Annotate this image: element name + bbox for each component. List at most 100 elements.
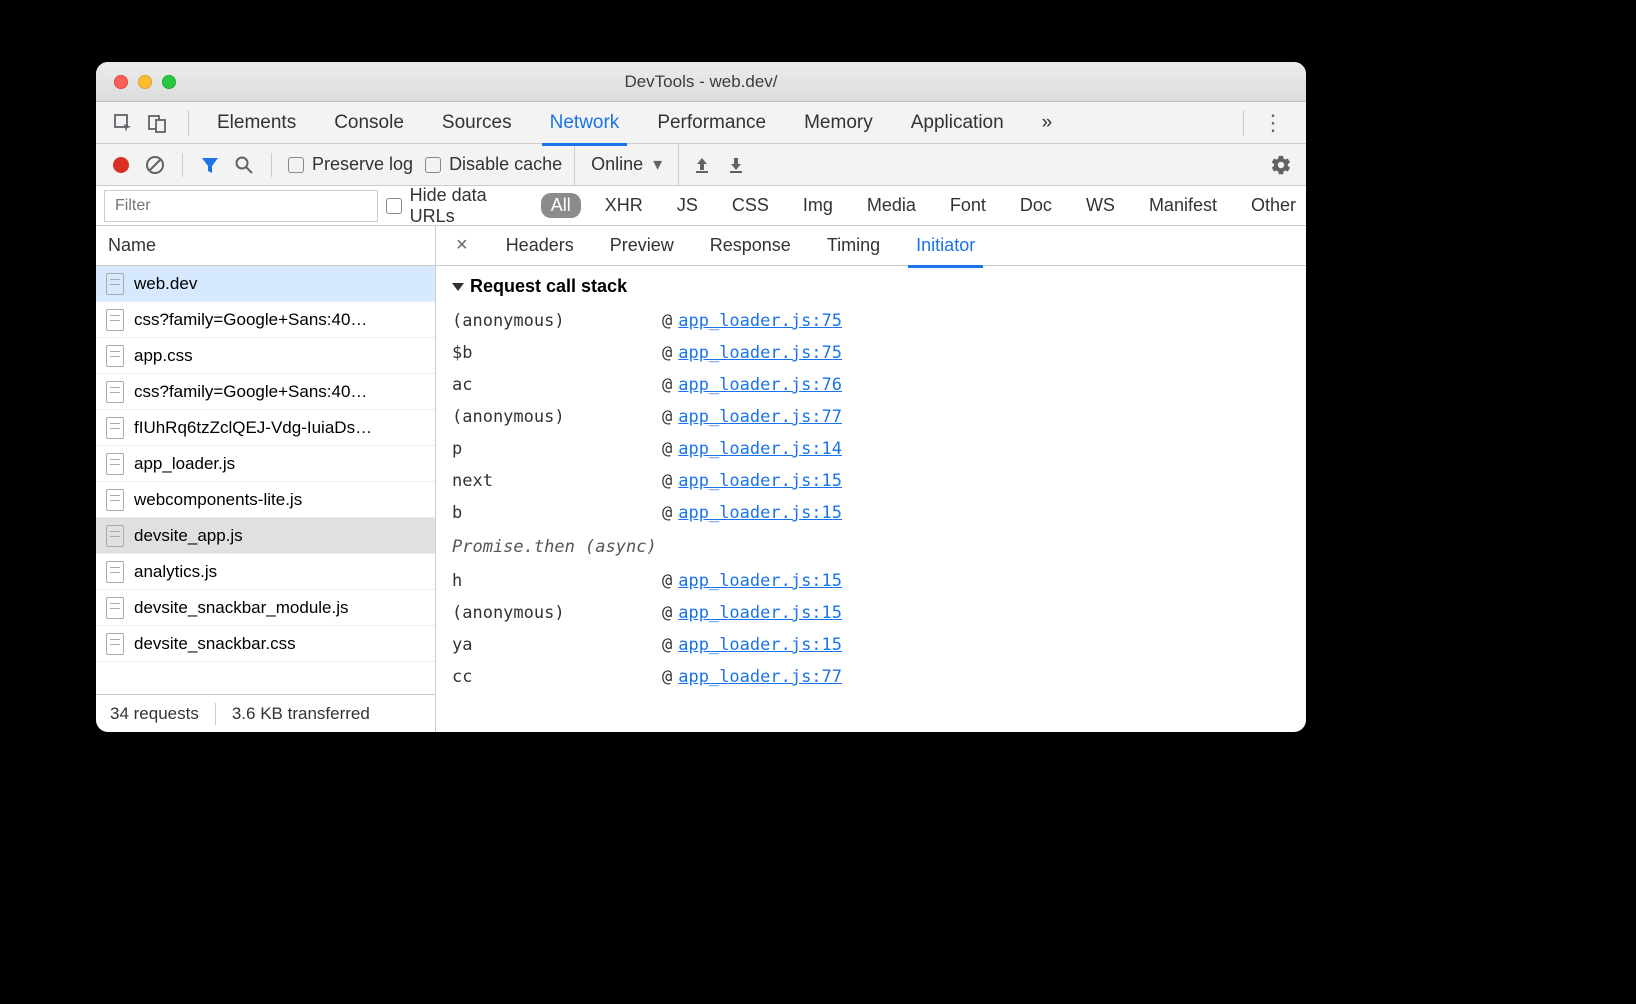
checkbox-icon	[425, 157, 441, 173]
async-boundary: Promise.then (async)	[452, 529, 1290, 565]
source-link[interactable]: app_loader.js:75	[678, 337, 842, 369]
more-options-icon[interactable]: ⋮	[1254, 110, 1292, 136]
filter-ws[interactable]: WS	[1076, 193, 1125, 218]
source-link[interactable]: app_loader.js:75	[678, 305, 842, 337]
call-stack-section-header[interactable]: Request call stack	[452, 276, 1290, 297]
request-row[interactable]: app_loader.js	[96, 446, 435, 482]
content-area: Name web.devcss?family=Google+Sans:40…ap…	[96, 226, 1306, 732]
zoom-window-button[interactable]	[162, 75, 176, 89]
stack-frame: ac@app_loader.js:76	[452, 369, 1290, 401]
filter-icon[interactable]	[199, 154, 221, 176]
call-stack-bottom: h@app_loader.js:15(anonymous)@app_loader…	[452, 565, 1290, 693]
filter-other[interactable]: Other	[1241, 193, 1306, 218]
request-row[interactable]: devsite_app.js	[96, 518, 435, 554]
request-row[interactable]: webcomponents-lite.js	[96, 482, 435, 518]
titlebar: DevTools - web.dev/	[96, 62, 1306, 102]
separator	[1243, 110, 1244, 136]
stack-function: (anonymous)	[452, 401, 662, 433]
stack-frame: h@app_loader.js:15	[452, 565, 1290, 597]
traffic-lights	[114, 75, 176, 89]
source-link[interactable]: app_loader.js:15	[678, 597, 842, 629]
tab-elements[interactable]: Elements	[213, 104, 300, 142]
filter-xhr[interactable]: XHR	[595, 193, 653, 218]
tab-application[interactable]: Application	[907, 104, 1008, 142]
tab-sources[interactable]: Sources	[438, 104, 516, 142]
filter-doc[interactable]: Doc	[1010, 193, 1062, 218]
source-link[interactable]: app_loader.js:14	[678, 433, 842, 465]
request-name: css?family=Google+Sans:40…	[134, 382, 367, 402]
call-stack-title: Request call stack	[470, 276, 627, 297]
tab-memory[interactable]: Memory	[800, 104, 877, 142]
preserve-log-checkbox[interactable]: Preserve log	[288, 154, 413, 175]
filter-js[interactable]: JS	[667, 193, 708, 218]
request-row[interactable]: web.dev	[96, 266, 435, 302]
source-link[interactable]: app_loader.js:77	[678, 661, 842, 693]
request-row[interactable]: css?family=Google+Sans:40…	[96, 302, 435, 338]
stack-function: next	[452, 465, 662, 497]
stack-function: p	[452, 433, 662, 465]
request-row[interactable]: app.css	[96, 338, 435, 374]
throttling-select[interactable]: Online ▾	[574, 144, 679, 185]
filter-img[interactable]: Img	[793, 193, 843, 218]
stack-frame: (anonymous)@app_loader.js:15	[452, 597, 1290, 629]
throttling-value: Online	[591, 154, 643, 175]
detail-tab-response[interactable]: Response	[706, 229, 795, 262]
stack-frame: ya@app_loader.js:15	[452, 629, 1290, 661]
detail-tab-initiator[interactable]: Initiator	[912, 229, 979, 262]
filter-input[interactable]	[104, 190, 378, 222]
file-icon	[106, 453, 124, 475]
record-button[interactable]	[110, 154, 132, 176]
filter-css[interactable]: CSS	[722, 193, 779, 218]
tab-console[interactable]: Console	[330, 104, 408, 142]
checkbox-icon	[288, 157, 304, 173]
tab-network[interactable]: Network	[546, 104, 624, 142]
request-row[interactable]: analytics.js	[96, 554, 435, 590]
search-icon[interactable]	[233, 154, 255, 176]
filter-all[interactable]: All	[541, 193, 581, 218]
close-window-button[interactable]	[114, 75, 128, 89]
window-title: DevTools - web.dev/	[96, 72, 1306, 92]
request-row[interactable]: css?family=Google+Sans:40…	[96, 374, 435, 410]
request-name: webcomponents-lite.js	[134, 490, 302, 510]
request-row[interactable]: fIUhRq6tzZclQEJ-Vdg-IuiaDs…	[96, 410, 435, 446]
detail-tab-bar: × Headers Preview Response Timing Initia…	[436, 226, 1306, 266]
source-link[interactable]: app_loader.js:76	[678, 369, 842, 401]
filter-font[interactable]: Font	[940, 193, 996, 218]
disable-cache-checkbox[interactable]: Disable cache	[425, 154, 562, 175]
request-row[interactable]: devsite_snackbar.css	[96, 626, 435, 662]
source-link[interactable]: app_loader.js:15	[678, 565, 842, 597]
device-toolbar-icon[interactable]	[144, 110, 170, 136]
request-name: app_loader.js	[134, 454, 235, 474]
filter-media[interactable]: Media	[857, 193, 926, 218]
request-name: fIUhRq6tzZclQEJ-Vdg-IuiaDs…	[134, 418, 372, 438]
name-column-header[interactable]: Name	[96, 226, 435, 266]
chevron-down-icon: ▾	[653, 154, 662, 175]
checkbox-icon	[386, 198, 401, 214]
detail-tab-preview[interactable]: Preview	[606, 229, 678, 262]
gear-icon[interactable]	[1270, 154, 1292, 176]
tabs-overflow[interactable]: »	[1038, 104, 1057, 142]
inspect-element-icon[interactable]	[110, 110, 136, 136]
minimize-window-button[interactable]	[138, 75, 152, 89]
detail-tab-timing[interactable]: Timing	[823, 229, 884, 262]
hide-data-urls-checkbox[interactable]: Hide data URLs	[386, 185, 528, 227]
hide-data-urls-label: Hide data URLs	[410, 185, 529, 227]
source-link[interactable]: app_loader.js:15	[678, 629, 842, 661]
filter-manifest[interactable]: Manifest	[1139, 193, 1227, 218]
source-link[interactable]: app_loader.js:15	[678, 465, 842, 497]
clear-icon[interactable]	[144, 154, 166, 176]
at-symbol: @	[662, 305, 672, 337]
file-icon	[106, 381, 124, 403]
request-row[interactable]: devsite_snackbar_module.js	[96, 590, 435, 626]
tab-performance[interactable]: Performance	[653, 104, 770, 142]
download-icon[interactable]	[725, 154, 747, 176]
close-icon[interactable]: ×	[450, 234, 474, 257]
source-link[interactable]: app_loader.js:15	[678, 497, 842, 529]
resource-type-filters: All XHR JS CSS Img Media Font Doc WS Man…	[541, 193, 1306, 218]
status-bar: 34 requests 3.6 KB transferred	[96, 694, 435, 732]
upload-icon[interactable]	[691, 154, 713, 176]
separator	[182, 153, 183, 177]
source-link[interactable]: app_loader.js:77	[678, 401, 842, 433]
at-symbol: @	[662, 497, 672, 529]
detail-tab-headers[interactable]: Headers	[502, 229, 578, 262]
